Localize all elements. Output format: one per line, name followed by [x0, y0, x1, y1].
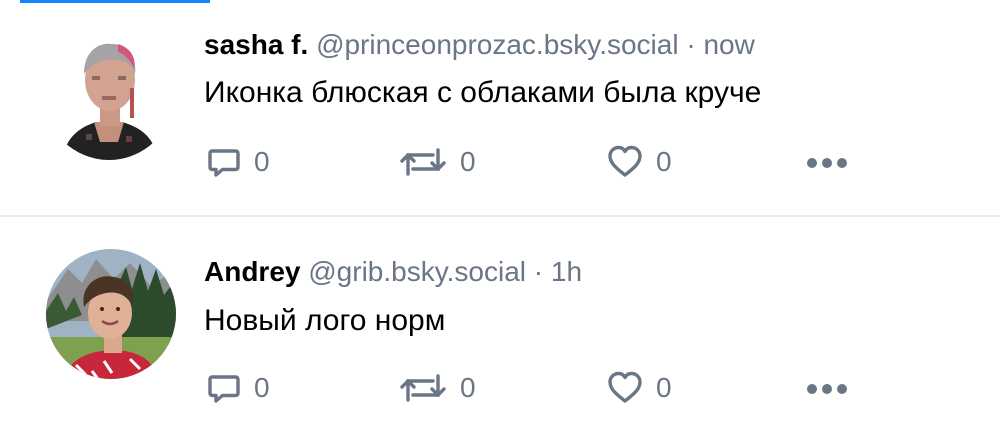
like-button[interactable]: 0: [606, 368, 672, 408]
like-icon: [606, 370, 644, 406]
like-icon: [606, 144, 644, 180]
like-count: 0: [656, 146, 672, 177]
post-actions: 0 0 0: [0, 142, 1000, 182]
repost-button[interactable]: 0: [398, 142, 476, 182]
author-handle[interactable]: @grib.bsky.social: [308, 256, 526, 287]
repost-icon: [398, 144, 448, 180]
repost-count: 0: [460, 372, 476, 403]
post-text: Иконка блюская с облаками была круче: [204, 76, 762, 109]
repost-count: 0: [460, 146, 476, 177]
separator-dot: ·: [686, 29, 696, 60]
avatar[interactable]: [46, 249, 176, 379]
more-options-button[interactable]: [804, 142, 850, 182]
author-handle[interactable]: @princeonprozac.bsky.social: [316, 29, 679, 60]
separator-dot: ·: [533, 256, 544, 287]
like-count: 0: [656, 372, 672, 403]
more-icon: [804, 370, 850, 406]
post-timestamp[interactable]: now: [703, 29, 754, 60]
reply-icon: [206, 370, 242, 406]
more-options-button[interactable]: [804, 368, 850, 408]
post-item[interactable]: sasha f. @princeonprozac.bsky.social · n…: [0, 0, 1000, 215]
more-icon: [804, 144, 850, 180]
post-header: sasha f. @princeonprozac.bsky.social · n…: [204, 28, 755, 62]
author-name[interactable]: Andrey: [204, 256, 300, 287]
post-item[interactable]: Andrey @grib.bsky.social · 1h Новый лого…: [0, 217, 1000, 441]
reply-count: 0: [254, 372, 270, 403]
author-name[interactable]: sasha f.: [204, 29, 308, 60]
repost-icon: [398, 370, 448, 406]
reply-button[interactable]: 0: [206, 142, 270, 182]
reply-button[interactable]: 0: [206, 368, 270, 408]
avatar[interactable]: [44, 30, 174, 160]
post-timestamp[interactable]: 1h: [551, 256, 582, 287]
reply-icon: [206, 144, 242, 180]
post-text: Новый лого норм: [204, 304, 446, 337]
like-button[interactable]: 0: [606, 142, 672, 182]
repost-button[interactable]: 0: [398, 368, 476, 408]
post-actions: 0 0 0: [0, 368, 1000, 408]
post-header: Andrey @grib.bsky.social · 1h: [204, 255, 582, 289]
reply-count: 0: [254, 146, 270, 177]
